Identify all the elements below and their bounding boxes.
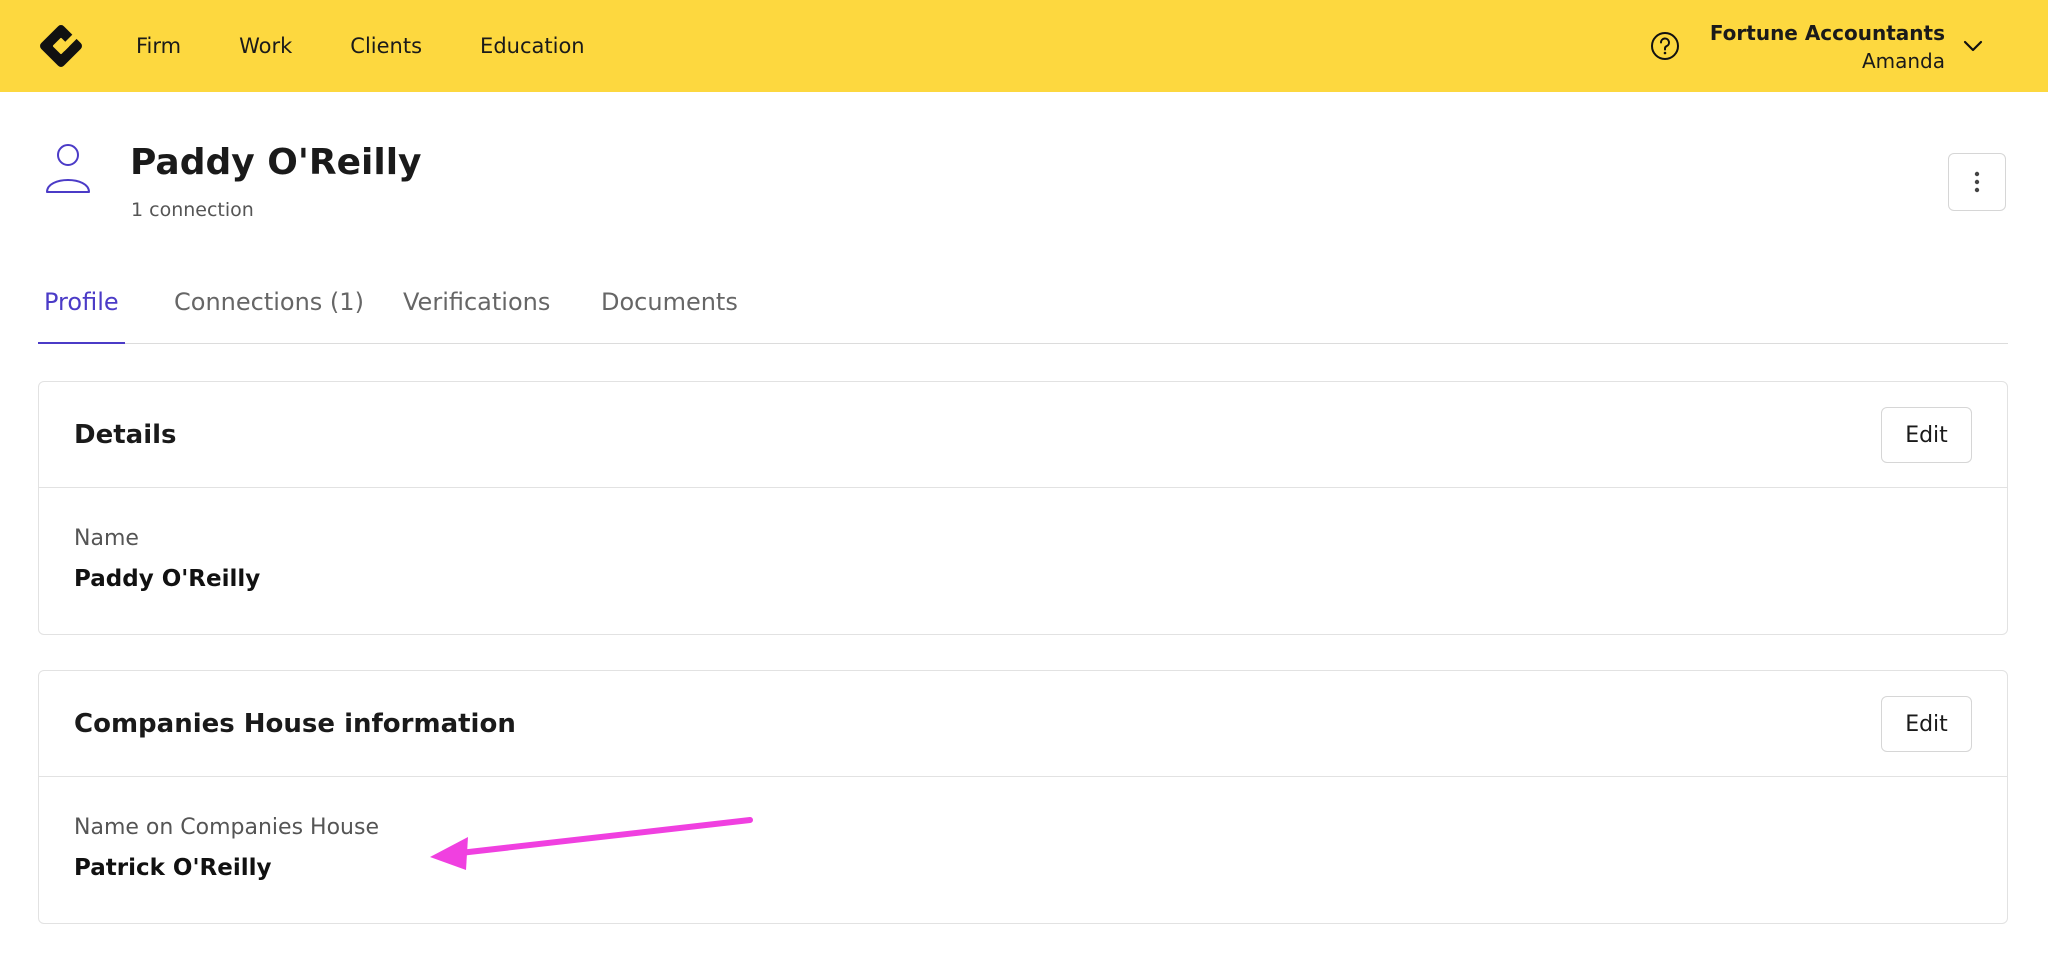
card-body: Name on Companies House Patrick O'Reilly — [39, 777, 2007, 923]
card-title: Details — [74, 420, 177, 450]
top-navigation-bar: Firm Work Clients Education Fortune Acco… — [0, 0, 2048, 92]
question-circle-icon[interactable] — [1650, 31, 1680, 61]
annotation-arrow-icon — [430, 817, 753, 870]
connection-count: 1 connection — [131, 199, 254, 221]
nav-item-education[interactable]: Education — [480, 34, 585, 58]
card-header: Companies House information Edit — [39, 671, 2007, 777]
nav-item-firm[interactable]: Firm — [136, 34, 181, 58]
name-label: Name — [74, 526, 139, 551]
details-card: Details Edit Name Paddy O'Reilly — [38, 381, 2008, 635]
card-body: Name Paddy O'Reilly — [39, 488, 2007, 634]
vertical-ellipsis-icon — [1974, 171, 1980, 193]
account-firm-name: Fortune Accountants — [1709, 21, 1945, 45]
tab-bar: Profile Connections (1) Verifications Do… — [38, 278, 2008, 344]
card-header: Details Edit — [39, 382, 2007, 488]
more-actions-button[interactable] — [1948, 153, 2006, 211]
card-title: Companies House information — [74, 709, 516, 739]
companies-house-name-value: Patrick O'Reilly — [74, 855, 272, 881]
companies-house-name-label: Name on Companies House — [74, 815, 379, 840]
chevron-down-icon[interactable] — [1962, 36, 1984, 56]
name-value: Paddy O'Reilly — [74, 566, 261, 592]
tab-profile[interactable]: Profile — [38, 278, 125, 344]
tab-connections[interactable]: Connections (1) — [168, 278, 370, 343]
nav-item-work[interactable]: Work — [239, 34, 292, 58]
tab-documents[interactable]: Documents — [595, 278, 744, 343]
edit-companies-house-button[interactable]: Edit — [1881, 696, 1972, 752]
tab-verifications[interactable]: Verifications — [397, 278, 556, 343]
companies-house-card: Companies House information Edit Name on… — [38, 670, 2008, 924]
diamond-logo-icon[interactable] — [36, 21, 86, 71]
account-switcher[interactable]: Fortune Accountants Amanda — [1710, 19, 1945, 75]
person-icon — [46, 144, 90, 193]
page-title: Paddy O'Reilly — [130, 142, 422, 183]
main-nav: Firm Work Clients Education — [136, 0, 643, 92]
account-user-name: Amanda — [1861, 49, 1945, 73]
nav-item-clients[interactable]: Clients — [350, 34, 422, 58]
edit-details-button[interactable]: Edit — [1881, 407, 1972, 463]
